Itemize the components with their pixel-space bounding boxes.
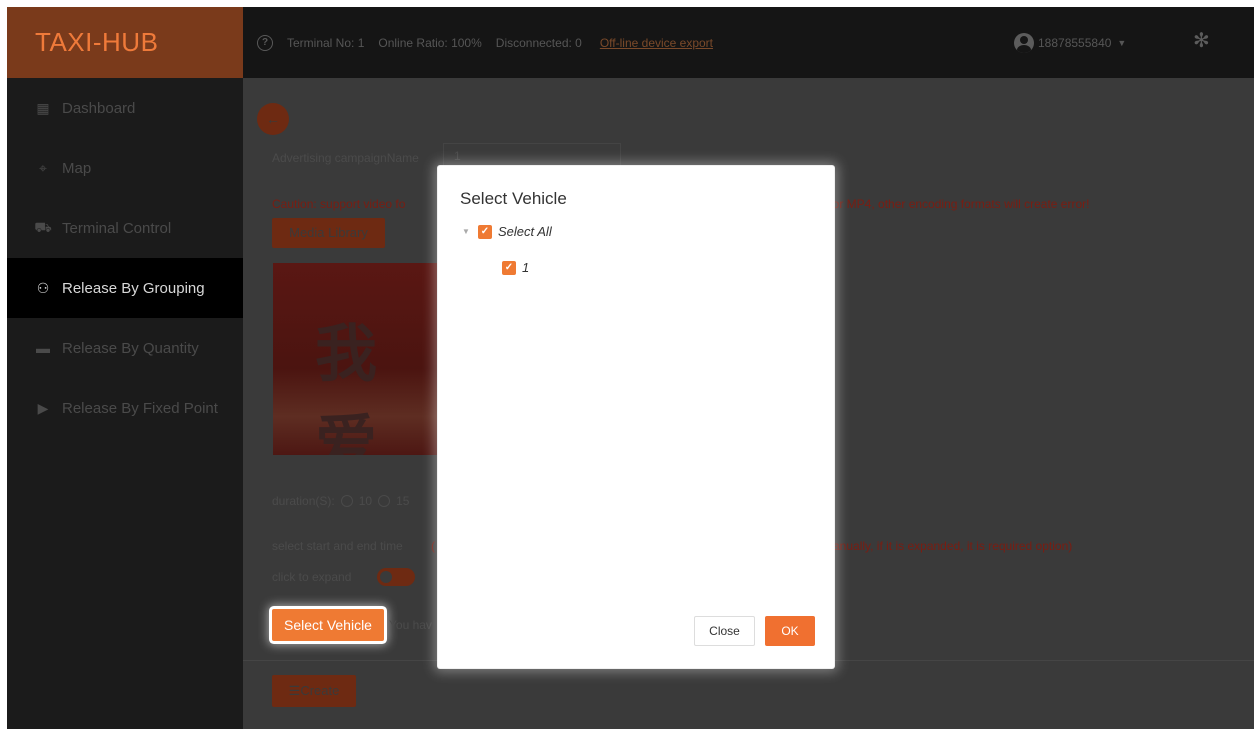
sidebar-item-label: Map	[62, 159, 92, 177]
sidebar-item-label: Release By Fixed Point	[62, 399, 218, 417]
duration-selector: duration(S): 10 15	[272, 494, 409, 508]
expand-toggle[interactable]	[377, 568, 415, 586]
offline-export-link[interactable]: Off-line device export	[600, 36, 713, 50]
sidebar-item-map[interactable]: ⌖ Map	[7, 138, 243, 198]
time-range-note-continued: anually, if it is expanded, it is requir…	[833, 539, 1073, 553]
ok-button[interactable]: OK	[765, 616, 815, 646]
user-menu[interactable]: 18878555840 ▼	[1014, 7, 1126, 78]
status-bar: ? Terminal No: 1 Online Ratio: 100% Disc…	[257, 7, 713, 78]
app-frame: TAXI-HUB ? Terminal No: 1 Online Ratio: …	[7, 7, 1254, 729]
list-icon: ▬	[36, 340, 50, 356]
sidebar-item-release-by-quantity[interactable]: ▬ Release By Quantity	[7, 318, 243, 378]
time-range-label: select start and end time	[272, 539, 403, 553]
group-icon: ⚇	[36, 279, 50, 296]
help-icon[interactable]: ?	[257, 34, 273, 51]
sidebar: ▦ Dashboard ⌖ Map ⛟ Terminal Control ⚇ R…	[7, 78, 243, 729]
tree-node-vehicle[interactable]: ✓ 1	[502, 260, 529, 275]
sidebar-item-terminal-control[interactable]: ⛟ Terminal Control	[7, 198, 243, 258]
duration-radio-15[interactable]	[378, 495, 391, 507]
tree-node-label: Select All	[498, 224, 552, 239]
gear-icon[interactable]: ✻	[1193, 31, 1213, 51]
disconnected-count: Disconnected: 0	[495, 35, 582, 50]
sidebar-item-release-by-grouping[interactable]: ⚇ Release By Grouping	[7, 258, 243, 318]
expand-label: click to expand	[272, 570, 352, 584]
user-id: 18878555840	[1038, 35, 1112, 50]
tree-node-label: 1	[522, 260, 530, 275]
sidebar-item-dashboard[interactable]: ▦ Dashboard	[7, 78, 243, 138]
online-ratio: Online Ratio: 100%	[378, 35, 482, 50]
chevron-down-icon: ▼	[1117, 37, 1127, 48]
close-button[interactable]: Close	[694, 616, 755, 646]
checkbox-checked-icon[interactable]: ✓	[502, 260, 516, 275]
terminal-count: Terminal No: 1	[287, 35, 365, 50]
back-arrow-icon[interactable]: ←	[257, 103, 289, 135]
select-vehicle-button[interactable]: Select Vehicle	[272, 609, 384, 641]
sidebar-item-label: Dashboard	[62, 99, 136, 117]
tree-node-select-all[interactable]: ▼ ✓ Select All	[462, 224, 552, 239]
duration-radio-10[interactable]	[340, 495, 353, 507]
checkbox-checked-icon[interactable]: ✓	[478, 224, 492, 239]
sidebar-item-release-by-fixed-point[interactable]: ▶ Release By Fixed Point	[7, 378, 243, 438]
duration-option-label: 15	[396, 494, 410, 508]
select-vehicle-dialog: Select Vehicle ▼ ✓ Select All ✓ 1 Close …	[438, 166, 834, 668]
create-button[interactable]: ☰Create	[272, 675, 356, 707]
media-library-button[interactable]: Media Library	[272, 218, 385, 248]
media-preview-image: 我爱	[273, 263, 437, 455]
dashboard-icon: ▦	[36, 99, 50, 116]
campaign-name-label: Advertising campaignName	[272, 151, 419, 165]
sidebar-item-label: Release By Quantity	[62, 339, 199, 357]
duration-label: duration(S):	[272, 494, 335, 508]
map-icon: ⌖	[39, 159, 47, 176]
sidebar-item-label: Terminal Control	[62, 219, 172, 237]
sidebar-item-label: Release By Grouping	[62, 279, 205, 297]
create-label: Create	[300, 683, 340, 698]
preview-caption: 我爱	[315, 317, 384, 455]
play-icon: ▶	[37, 399, 49, 416]
duration-option-label: 10	[358, 494, 373, 508]
car-icon: ⛟	[34, 218, 52, 235]
time-range-note: (	[431, 539, 435, 553]
user-icon	[1014, 32, 1034, 53]
vehicle-selection-hint: You hav	[389, 618, 432, 632]
app-logo[interactable]: TAXI-HUB	[7, 7, 243, 78]
top-bar: TAXI-HUB ? Terminal No: 1 Online Ratio: …	[7, 7, 1254, 78]
caution-text: Caution: support video fo	[272, 197, 406, 211]
dialog-title: Select Vehicle	[460, 189, 567, 208]
caret-down-icon[interactable]: ▼	[462, 227, 472, 236]
list-icon: ☰	[288, 683, 301, 698]
caution-text-continued: ing for MP4, other encoding formats will…	[810, 197, 1090, 211]
